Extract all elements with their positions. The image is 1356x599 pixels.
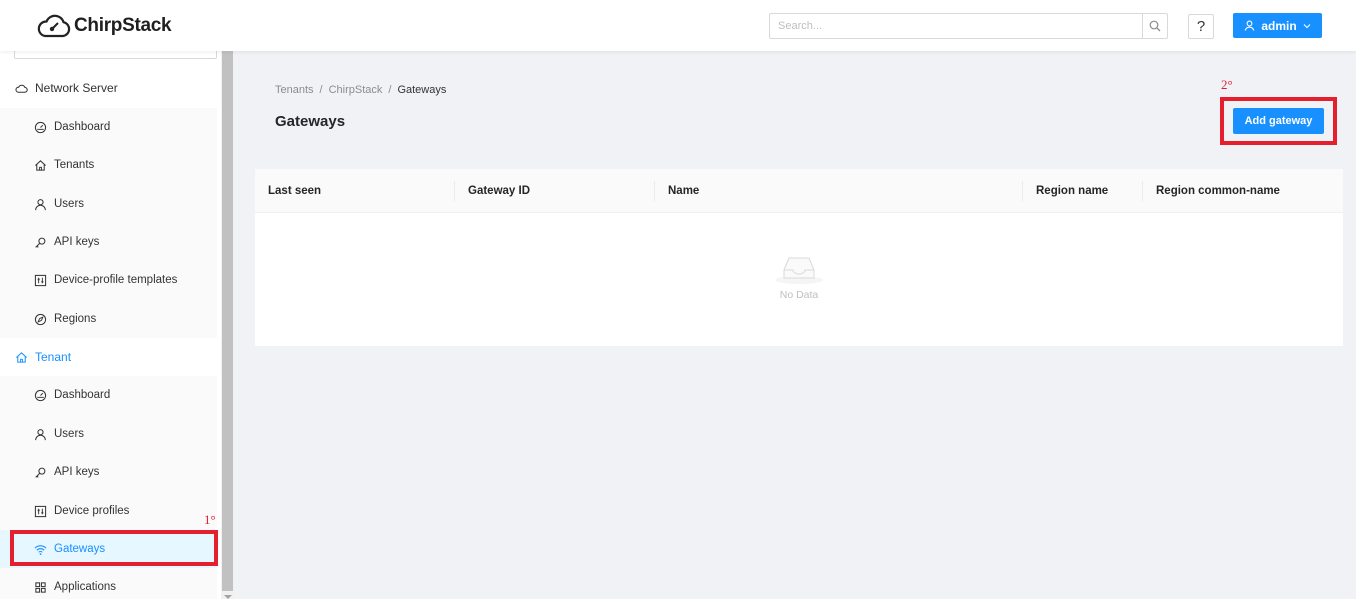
annotation-label-first: 1° <box>204 512 216 527</box>
dashboard-icon <box>34 389 47 402</box>
breadcrumb-chirpstack[interactable]: ChirpStack <box>329 84 383 96</box>
logo-text: ChirpStack <box>74 15 172 36</box>
scrollbar-thumb[interactable] <box>222 51 233 591</box>
menu-group-tenant[interactable]: Tenant <box>0 338 217 376</box>
search-box <box>769 13 1168 39</box>
sidebar-item-label: Device profiles <box>54 505 130 517</box>
chevron-down-icon <box>1303 23 1311 28</box>
sidebar-item-label: Regions <box>54 313 97 325</box>
table-empty-state: No Data <box>255 213 1343 346</box>
cloud-logo-icon <box>37 14 71 38</box>
annotation-box-second <box>1220 97 1337 145</box>
sidebar: Network Server Dashboard Tenants Users A… <box>0 51 221 599</box>
menu-group-network-server[interactable]: Network Server <box>0 69 217 107</box>
key-icon <box>34 466 47 479</box>
sidebar-item-label: API keys <box>54 466 100 478</box>
sidebar-item-tenant-dashboard[interactable]: Dashboard <box>0 376 217 414</box>
sidebar-item-ns-api-keys[interactable]: API keys <box>0 223 217 261</box>
breadcrumb-separator: / <box>388 84 392 96</box>
help-label: ? <box>1196 18 1206 35</box>
empty-text: No Data <box>779 289 819 301</box>
home-icon <box>34 159 47 172</box>
search-icon <box>1149 20 1161 32</box>
sidebar-item-tenant-api-keys[interactable]: API keys <box>0 453 217 491</box>
breadcrumb-gateways: Gateways <box>397 84 447 96</box>
scroll-down-arrow-icon[interactable] <box>224 595 232 599</box>
empty-inbox-icon <box>775 257 823 284</box>
annotation-label-second: 2° <box>1221 77 1233 92</box>
column-region-common-name[interactable]: Region common-name <box>1143 169 1280 213</box>
sidebar-item-label: Dashboard <box>54 121 111 133</box>
sidebar-scrollbar[interactable] <box>221 51 234 599</box>
sidebar-item-ns-users[interactable]: Users <box>0 185 217 223</box>
cloud-icon <box>15 82 28 95</box>
home-icon <box>15 351 28 364</box>
sidebar-item-label: Applications <box>54 581 117 593</box>
annotation-box-first <box>10 530 218 566</box>
chirpstack-logo[interactable]: ChirpStack <box>36 12 172 40</box>
column-name[interactable]: Name <box>655 169 699 213</box>
column-gateway-id[interactable]: Gateway ID <box>455 169 530 213</box>
column-region-name[interactable]: Region name <box>1023 169 1108 213</box>
key-icon <box>34 236 47 249</box>
sidebar-item-ns-regions[interactable]: Regions <box>0 300 217 338</box>
sidebar-item-tenant-users[interactable]: Users <box>0 415 217 453</box>
sidebar-item-tenant-device-profiles[interactable]: Device profiles <box>0 492 217 530</box>
sidebar-item-label: Users <box>54 428 85 440</box>
user-icon <box>1244 20 1255 31</box>
control-icon <box>34 505 47 518</box>
sidebar-item-ns-dashboard[interactable]: Dashboard <box>0 108 217 146</box>
search-button[interactable] <box>1142 14 1167 38</box>
breadcrumb: Tenants / ChirpStack / Gateways <box>275 84 446 96</box>
user-icon <box>34 428 47 441</box>
top-header: ChirpStack ? admin <box>0 0 1356 51</box>
search-input[interactable] <box>770 14 1142 38</box>
user-menu-button[interactable]: admin <box>1233 13 1322 38</box>
dashboard-icon <box>34 121 47 134</box>
menu-group-label: Network Server <box>35 81 118 95</box>
table-header: Last seen Gateway ID Name Region name Re… <box>255 169 1343 213</box>
sidebar-item-label: API keys <box>54 236 100 248</box>
user-icon <box>34 198 47 211</box>
appstore-icon <box>34 581 47 594</box>
gateways-table: Last seen Gateway ID Name Region name Re… <box>255 169 1343 346</box>
sidebar-item-ns-tenants[interactable]: Tenants <box>0 146 217 184</box>
sidebar-item-label: Users <box>54 198 85 210</box>
menu-group-label: Tenant <box>35 350 72 364</box>
sidebar-item-label: Device-profile templates <box>54 274 178 286</box>
breadcrumb-tenants[interactable]: Tenants <box>275 84 314 96</box>
sidebar-tenant-selector[interactable] <box>14 51 217 59</box>
breadcrumb-separator: / <box>319 84 323 96</box>
compass-icon <box>34 313 47 326</box>
sidebar-item-label: Tenants <box>54 159 95 171</box>
sidebar-item-label: Dashboard <box>54 389 111 401</box>
sidebar-item-tenant-applications[interactable]: Applications <box>0 568 217 599</box>
user-name: admin <box>1261 18 1297 33</box>
sidebar-item-ns-device-profile-templates[interactable]: Device-profile templates <box>0 261 217 299</box>
control-icon <box>34 274 47 287</box>
help-button[interactable]: ? <box>1188 14 1214 39</box>
page-title: Gateways <box>275 113 346 130</box>
column-last-seen[interactable]: Last seen <box>255 169 321 213</box>
